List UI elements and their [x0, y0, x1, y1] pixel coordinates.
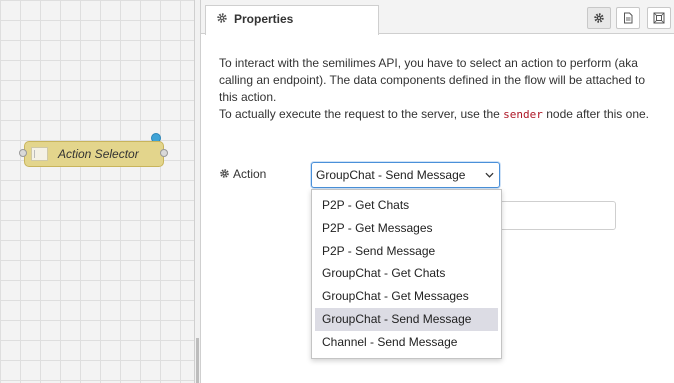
- node-output-port[interactable]: [160, 149, 168, 157]
- properties-panel: Properties To interact with the semilime…: [201, 0, 674, 383]
- action-field-label: Action: [219, 167, 266, 181]
- action-label-text: Action: [233, 167, 267, 181]
- gear-icon: [217, 13, 227, 23]
- option-groupchat-get-messages[interactable]: GroupChat - Get Messages: [315, 285, 498, 308]
- gear-icon: [220, 169, 229, 178]
- option-p2p-send-message[interactable]: P2P - Send Message: [315, 240, 498, 263]
- node-description: To interact with the semilimes API, you …: [219, 55, 659, 123]
- frame-icon: [653, 12, 665, 24]
- hidden-text-input[interactable]: [496, 201, 616, 230]
- option-p2p-get-chats[interactable]: P2P - Get Chats: [315, 194, 498, 217]
- node-icon: [31, 147, 48, 161]
- tab-properties[interactable]: Properties: [205, 5, 379, 35]
- option-channel-send-message[interactable]: Channel - Send Message: [315, 331, 498, 354]
- description-paragraph-1: To interact with the semilimes API, you …: [219, 56, 646, 104]
- node-label: Action Selector: [58, 147, 139, 161]
- panel-tabbar: Properties: [201, 0, 674, 35]
- sender-code: sender: [503, 108, 543, 121]
- action-selector-node[interactable]: Action Selector: [24, 141, 164, 167]
- description-button[interactable]: [616, 7, 640, 29]
- tab-title: Properties: [234, 12, 294, 26]
- node-input-port[interactable]: [19, 149, 27, 157]
- option-p2p-get-messages[interactable]: P2P - Get Messages: [315, 217, 498, 240]
- gear-icon: [594, 13, 604, 23]
- appearance-button[interactable]: [647, 7, 671, 29]
- option-groupchat-get-chats[interactable]: GroupChat - Get Chats: [315, 262, 498, 285]
- action-dropdown-list: P2P - Get Chats P2P - Get Messages P2P -…: [311, 189, 502, 359]
- splitter-grip[interactable]: [196, 338, 199, 383]
- chevron-down-icon: [485, 172, 494, 178]
- description-text: To actually execute the request to the s…: [219, 107, 504, 121]
- action-select[interactable]: GroupChat - Send Message: [311, 162, 500, 188]
- option-groupchat-send-message[interactable]: GroupChat - Send Message: [315, 307, 498, 331]
- flow-canvas[interactable]: Action Selector: [0, 0, 194, 383]
- panel-splitter[interactable]: [194, 0, 201, 383]
- document-icon: [624, 12, 633, 24]
- description-paragraph-2: To actually execute the request to the s…: [219, 106, 659, 123]
- settings-button[interactable]: [587, 7, 611, 29]
- description-text: node after this one.: [542, 107, 649, 121]
- action-select-value: GroupChat - Send Message: [316, 168, 466, 182]
